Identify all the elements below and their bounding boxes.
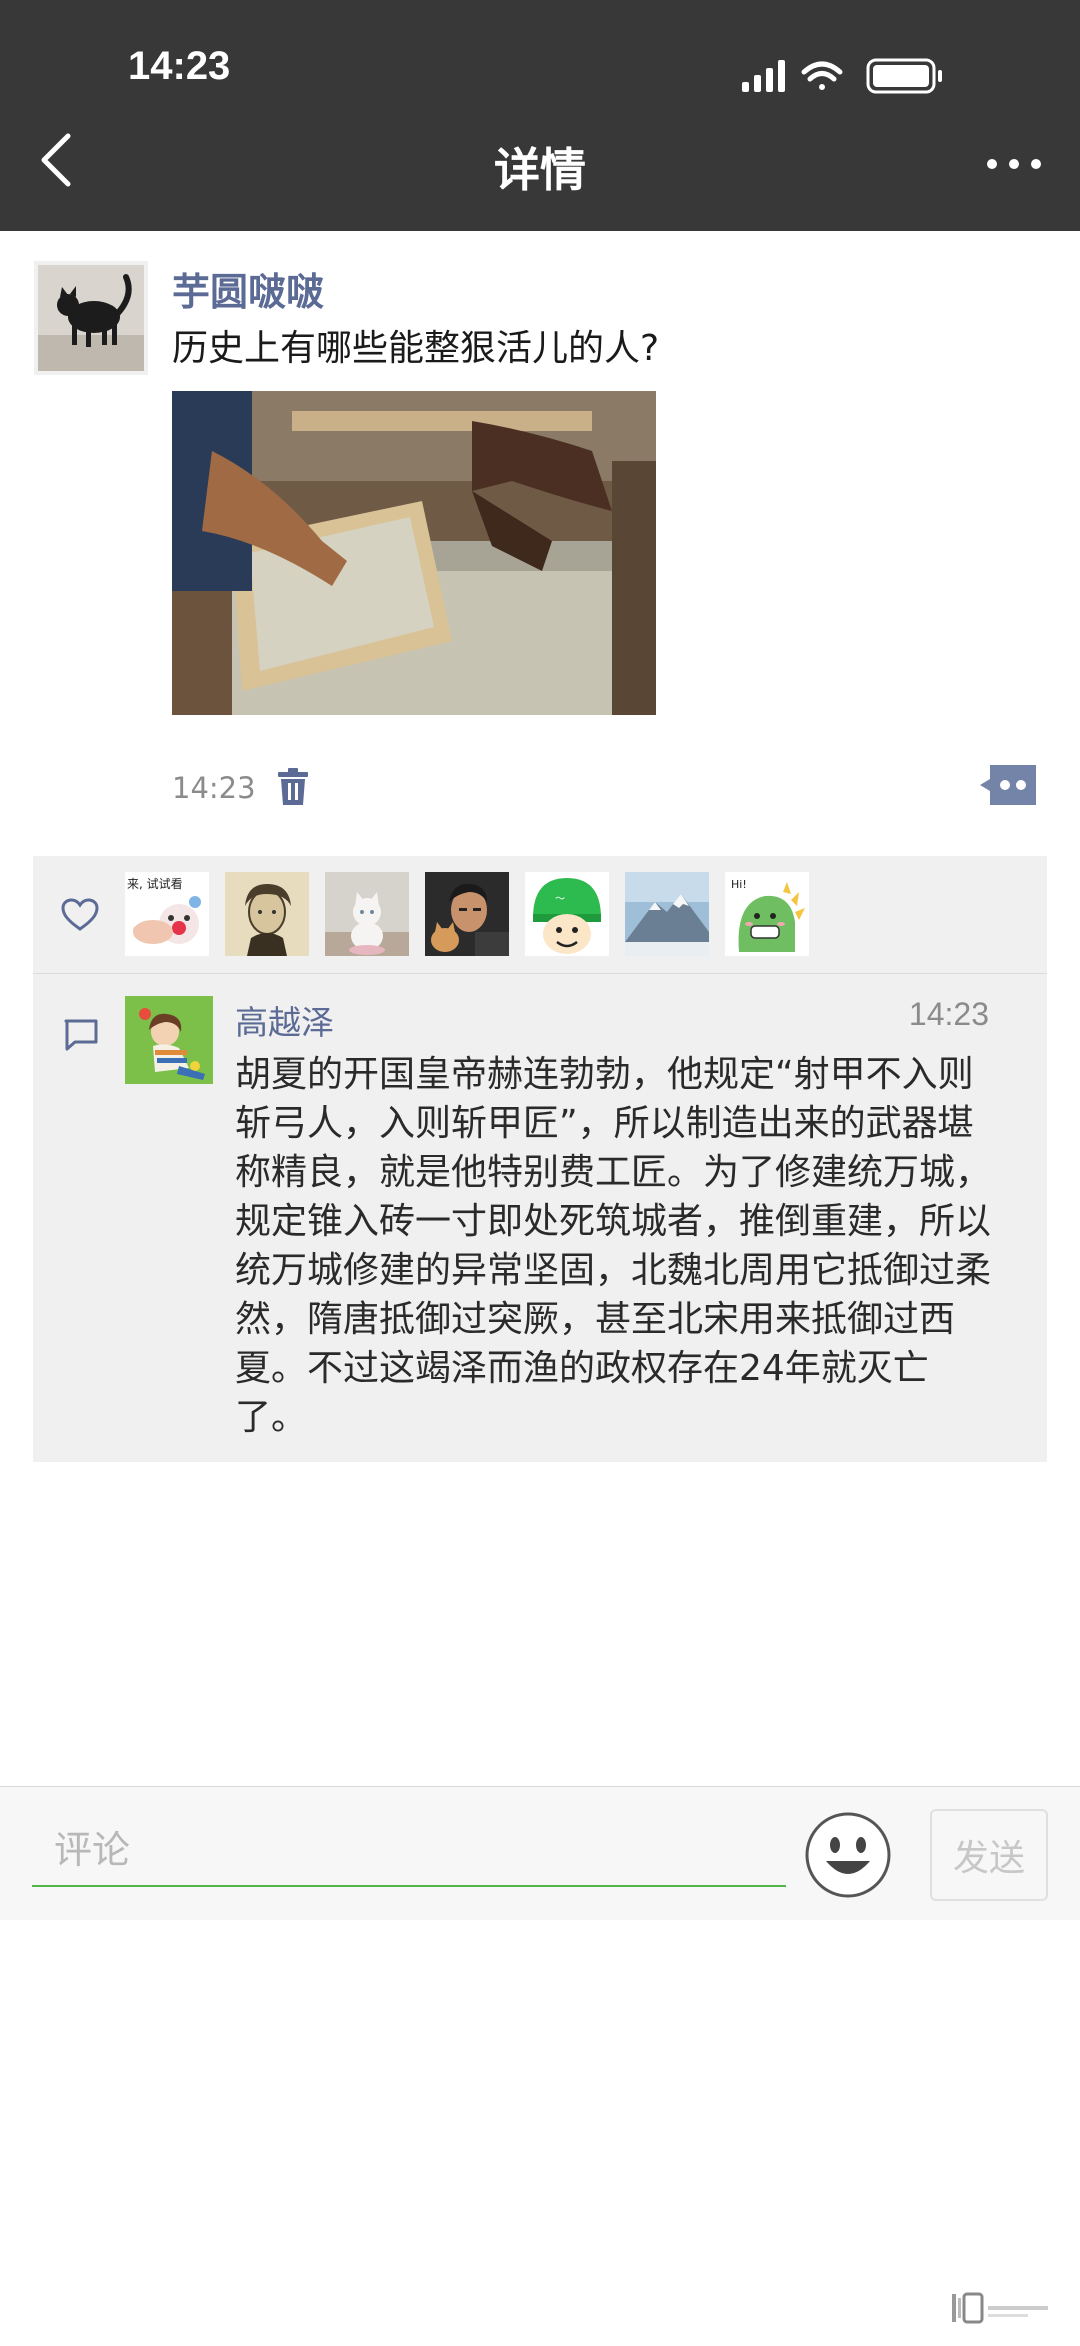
post-time: 14:23 — [172, 771, 256, 805]
more-dots-icon — [987, 159, 1041, 169]
like-avatar[interactable]: 来, 试试看 — [125, 872, 209, 956]
like-avatar[interactable]: Hi! — [725, 872, 809, 956]
like-avatar[interactable] — [225, 872, 309, 956]
svg-text:来, 试试看: 来, 试试看 — [127, 876, 183, 891]
commenter-name[interactable]: 高越泽 — [235, 996, 334, 1044]
author-avatar[interactable] — [34, 261, 148, 375]
more-button[interactable] — [984, 144, 1044, 184]
post-text: 历史上有哪些能整狠活儿的人? — [172, 328, 660, 369]
man-with-cat-photo — [425, 872, 509, 956]
more-actions-icon — [980, 765, 1036, 805]
emoji-button[interactable] — [804, 1811, 892, 1899]
trash-icon — [278, 768, 308, 805]
girl-on-grass-illustration — [125, 996, 213, 1084]
beethoven-portrait — [225, 872, 309, 956]
battery-icon — [866, 58, 942, 94]
black-cat-photo — [38, 265, 144, 371]
like-avatar[interactable] — [425, 872, 509, 956]
comment-time: 14:23 — [908, 996, 989, 1032]
comment-input-bar: 发送 — [0, 1786, 1080, 1920]
page-title: 详情 — [494, 143, 586, 197]
send-button[interactable]: 发送 — [930, 1809, 1048, 1901]
delete-button[interactable] — [276, 767, 310, 807]
like-avatar[interactable] — [625, 872, 709, 956]
mountain-photo — [625, 872, 709, 956]
green-helmet-emoji: 〜 — [525, 872, 609, 956]
white-cat-photo — [325, 872, 409, 956]
wifi-icon — [801, 61, 843, 90]
top-bar: 14:23 详情 — [0, 0, 1080, 231]
signal-icon — [742, 60, 785, 92]
smiley-icon — [805, 1812, 891, 1898]
dinosaur-cartoon: Hi! — [725, 872, 809, 956]
svg-text:Hi!: Hi! — [731, 878, 747, 891]
comment-text[interactable]: 胡夏的开国皇帝赫连勃勃，他规定“射甲不入则斩弓人，入则斩甲匠”，所以制造出来的武… — [235, 1050, 995, 1442]
like-comment-button[interactable] — [978, 763, 1038, 807]
pointing-clown-sticker: 来, 试试看 — [125, 872, 209, 956]
status-time: 14:23 — [128, 44, 231, 88]
like-avatar[interactable]: 〜 — [525, 872, 609, 956]
post-image[interactable] — [172, 391, 656, 715]
author-name[interactable]: 芋圆啵啵 — [172, 261, 324, 316]
comment-bubble-icon — [63, 1018, 99, 1052]
comment-input[interactable] — [32, 1815, 786, 1887]
status-icons — [742, 58, 952, 94]
likes-row: 来, 试试看 〜 Hi! — [33, 856, 1047, 974]
heart-icon — [61, 898, 99, 932]
papermaking-photo — [172, 391, 656, 715]
commenter-avatar[interactable] — [125, 996, 213, 1084]
interaction-panel: 来, 试试看 〜 Hi! 高越泽 14:23 胡夏的开国皇帝赫连勃勃，他规定“射… — [33, 856, 1047, 1462]
like-avatar[interactable] — [325, 872, 409, 956]
home-indicator — [950, 2288, 1060, 2328]
svg-text:〜: 〜 — [555, 894, 565, 905]
